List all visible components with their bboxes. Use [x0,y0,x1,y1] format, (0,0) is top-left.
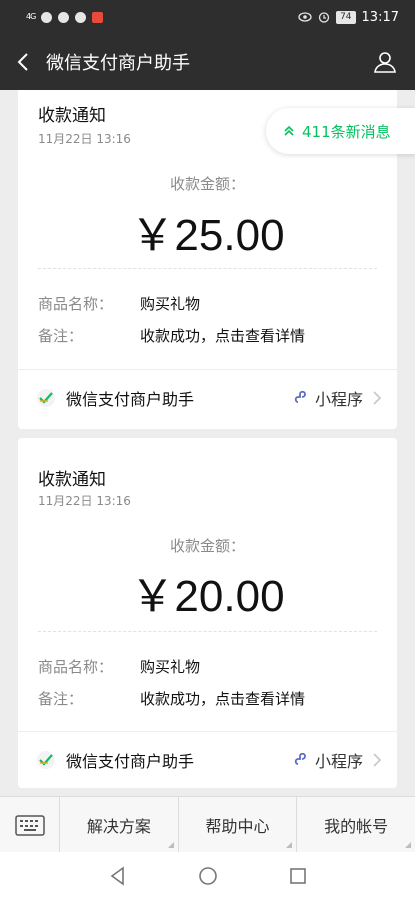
notification-icon [41,11,53,23]
note-value: 收款成功，点击查看详情 [140,327,306,345]
keyboard-toggle-button[interactable] [0,797,60,853]
system-navigation-bar [0,852,415,900]
wechat-pay-logo-icon [37,388,55,407]
back-button[interactable] [0,34,46,90]
user-icon [374,52,396,73]
amount-value: ￥20.00 [130,572,285,621]
product-name-value: 购买礼物 [140,658,201,676]
card-footer[interactable]: 微信支付商户助手 小程序 [18,369,397,425]
menu-my-account-label: 我的帐号 [324,816,389,836]
card-title: 收款通知 [38,470,106,490]
status-left: 4G [26,11,104,23]
chevron-left-icon [17,53,28,71]
submenu-indicator-icon [405,842,412,848]
message-list[interactable]: 收款通知 11月22日 13:16 收款金额： ￥25.00 商品名称： 购买礼… [0,90,415,796]
menu-my-account[interactable]: 我的帐号 [297,797,415,852]
battery-indicator: 74 [336,10,356,24]
wechat-pay-logo-icon [37,750,55,769]
payment-card[interactable]: 收款通知 11月22日 13:16 收款金额： ￥20.00 商品名称： 购买礼… [18,438,397,788]
amount-label: 收款金额： [169,175,245,193]
signal-indicator: 4G [26,12,36,21]
new-messages-button[interactable]: 411条新消息 [266,108,415,154]
card-footer[interactable]: 微信支付商户助手 小程序 [18,731,397,787]
menu-help-center-label: 帮助中心 [205,816,270,836]
amount-label: 收款金额： [169,537,245,555]
submenu-indicator-icon [167,842,174,848]
note-key: 备注： [38,690,84,708]
notification-icon [58,11,70,23]
nav-bar: 微信支付商户助手 [0,34,415,90]
app-notification-icon [92,11,104,23]
alarm-icon [318,12,330,23]
product-name-value: 购买礼物 [140,295,201,313]
account-name: 微信支付商户助手 [66,389,195,409]
back-triangle-icon[interactable] [108,866,128,886]
menu-help-center[interactable]: 帮助中心 [179,797,298,852]
double-chevron-up-icon [284,125,294,136]
clock: 13:17 [361,9,399,25]
mini-program-label: 小程序 [314,751,363,771]
card-time: 11月22日 13:16 [38,132,131,146]
card-title: 收款通知 [38,106,106,126]
profile-button[interactable] [355,34,415,90]
note-key: 备注： [38,327,84,345]
amount-value: ￥25.00 [130,211,285,260]
product-name-key: 商品名称： [38,658,114,676]
home-circle-icon[interactable] [198,866,218,886]
note-value: 收款成功，点击查看详情 [140,690,306,708]
page-title: 微信支付商户助手 [46,53,190,74]
menu-solutions[interactable]: 解决方案 [60,797,179,852]
card-time: 11月22日 13:16 [38,494,131,508]
recents-square-icon[interactable] [288,866,308,886]
status-right: 74 13:17 [298,10,399,25]
status-bar: 4G 74 13:17 [0,0,415,34]
new-messages-label: 411条新消息 [302,122,391,141]
divider [38,268,377,269]
mini-program-label: 小程序 [314,389,363,409]
bottom-menu: 解决方案 帮助中心 我的帐号 [0,796,415,853]
divider [38,631,377,632]
product-name-key: 商品名称： [38,295,114,313]
chat-icon [75,11,87,23]
account-name: 微信支付商户助手 [66,751,195,771]
chevron-right-icon [373,390,381,405]
mini-program-icon [294,752,306,765]
keyboard-icon [14,815,45,836]
menu-solutions-label: 解决方案 [86,816,151,836]
eye-icon [298,12,312,22]
submenu-indicator-icon [286,842,293,848]
chevron-right-icon [373,752,381,767]
mini-program-icon [294,390,306,403]
